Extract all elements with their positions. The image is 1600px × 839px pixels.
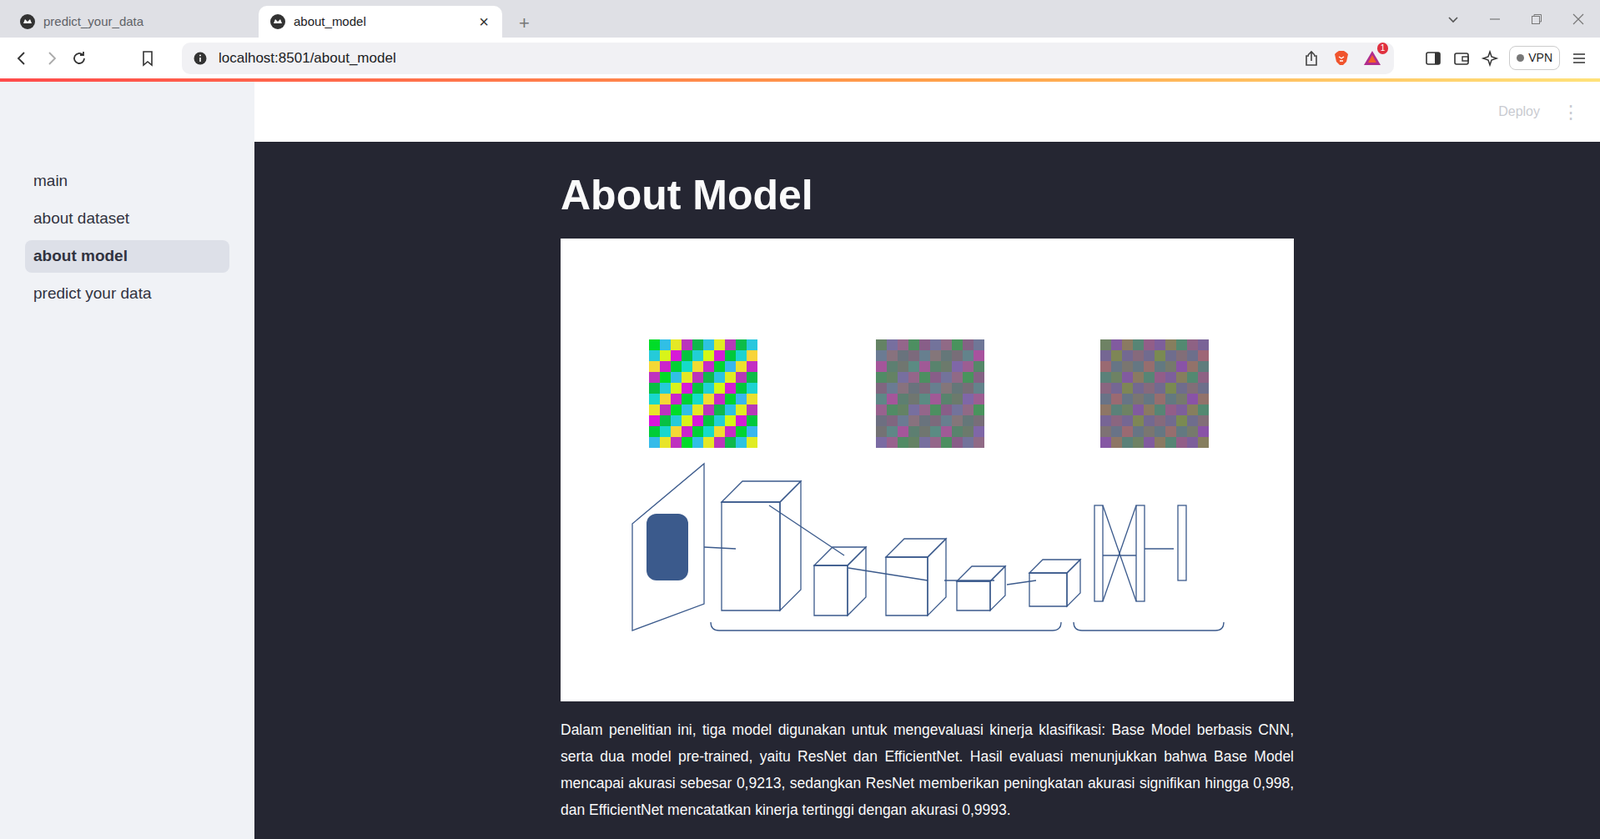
- leo-ai-icon[interactable]: [1480, 49, 1500, 68]
- bookmark-icon[interactable]: [138, 49, 157, 68]
- app-menu-button[interactable]: ⋮: [1561, 98, 1580, 126]
- streamlit-favicon-icon: [20, 14, 36, 30]
- browser-toolbar: localhost:8501/about_model 1 VPN: [0, 37, 1600, 79]
- share-icon[interactable]: [1302, 49, 1321, 68]
- vpn-button[interactable]: VPN: [1509, 45, 1560, 71]
- sidebar-item[interactable]: predict your data: [25, 277, 230, 311]
- close-tab-button[interactable]: ×: [477, 13, 491, 31]
- tab-label[interactable]: about_model: [293, 12, 469, 32]
- content-column: About Model Dalam penelitian ini, tiga m…: [560, 141, 1294, 824]
- window-controls: [1446, 0, 1600, 38]
- address-bar[interactable]: localhost:8501/about_model 1: [181, 42, 1394, 75]
- restore-icon[interactable]: [1529, 12, 1544, 26]
- cnn-diagram-image: [560, 238, 1294, 702]
- tab-strip: predict_your_data about_model × +: [0, 0, 1600, 38]
- streamlit-favicon-icon: [270, 14, 286, 30]
- sidebar-item-label[interactable]: about dataset: [33, 206, 130, 232]
- new-tab-button[interactable]: +: [508, 14, 539, 38]
- sidebar-item-label[interactable]: predict your data: [33, 281, 152, 307]
- deploy-button[interactable]: Deploy: [1498, 101, 1540, 122]
- page-title: About Model: [560, 170, 1294, 221]
- rewards-button[interactable]: 1: [1362, 48, 1383, 69]
- url-text[interactable]: localhost:8501/about_model: [218, 47, 1291, 70]
- model-description: Dalam penelitian ini, tiga model digunak…: [560, 716, 1294, 824]
- page-content: About Model Dalam penelitian ini, tiga m…: [254, 141, 1600, 839]
- close-window-icon[interactable]: [1571, 12, 1585, 26]
- browser-tab[interactable]: predict_your_data: [8, 5, 252, 38]
- sidebar-item-label[interactable]: about model: [33, 244, 128, 269]
- app-header: Deploy ⋮: [254, 81, 1600, 142]
- tab-list: predict_your_data about_model ×: [8, 5, 509, 38]
- tab-search-chevron-icon[interactable]: [1446, 12, 1460, 26]
- sidebar: main about dataset about model predict your…: [0, 81, 255, 839]
- streamlit-app: main about dataset about model predict your…: [0, 81, 1600, 839]
- wallet-icon[interactable]: [1452, 49, 1471, 68]
- sidebar-toggle-icon[interactable]: [1423, 49, 1443, 68]
- sidebar-item-label[interactable]: main: [33, 169, 68, 194]
- main-area: Deploy ⋮ About Model Dalam penelitian in…: [254, 81, 1600, 839]
- vpn-status-dot: [1516, 54, 1525, 62]
- back-arrow-icon[interactable]: [13, 49, 32, 68]
- brave-shields-icon[interactable]: [1332, 49, 1351, 68]
- browser-tab[interactable]: about_model ×: [258, 5, 503, 38]
- reload-icon[interactable]: [70, 49, 89, 68]
- tab-label[interactable]: predict_your_data: [43, 12, 241, 32]
- site-info-icon[interactable]: [193, 51, 207, 66]
- sidebar-item[interactable]: main: [25, 165, 230, 198]
- sidebar-item[interactable]: about dataset: [25, 202, 230, 236]
- sidebar-item[interactable]: about model: [25, 240, 230, 273]
- notification-badge: 1: [1377, 42, 1389, 55]
- menu-icon[interactable]: [1569, 49, 1589, 68]
- forward-arrow-icon[interactable]: [41, 49, 61, 68]
- minimize-icon[interactable]: [1488, 12, 1502, 26]
